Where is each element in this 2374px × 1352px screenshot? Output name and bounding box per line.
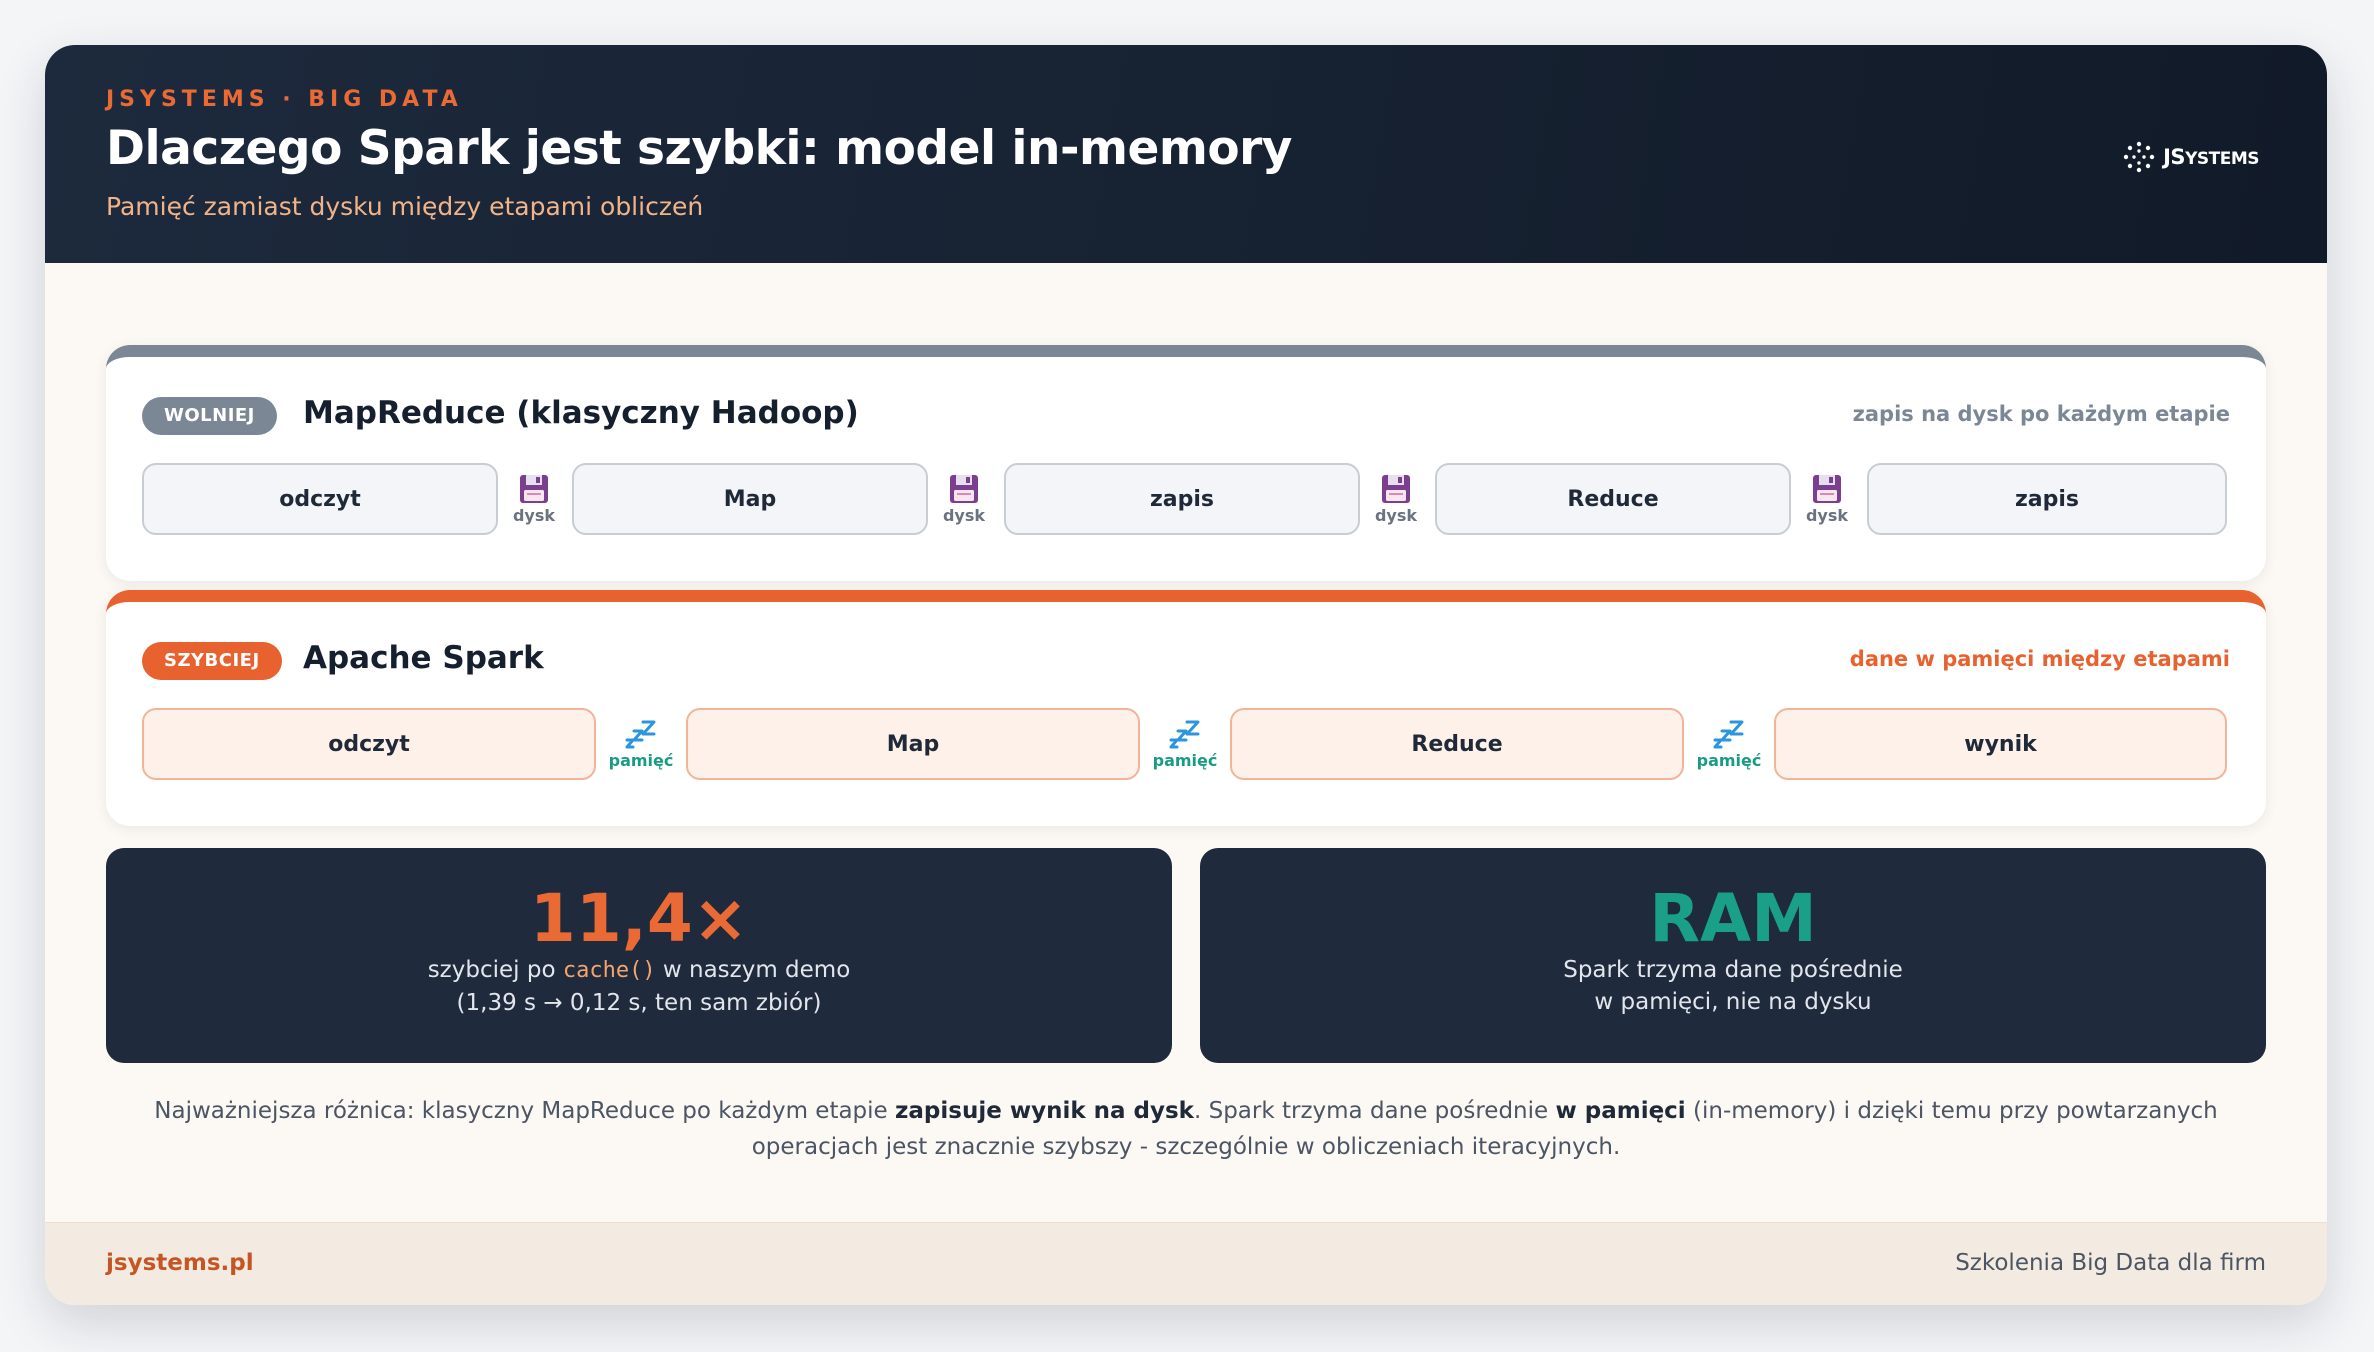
mapreduce-title: MapReduce (klasyczny Hadoop) [303, 395, 859, 431]
connector-label: dysk [1805, 505, 1849, 525]
speedup-value: 11,4× [529, 880, 749, 957]
mapreduce-panel: WOLNIEJ MapReduce (klasyczny Hadoop) zap… [106, 345, 2266, 581]
step-box: Map [572, 463, 928, 535]
spark-note: dane w pamięci między etapami [1849, 647, 2230, 671]
summary-text: Najważniejsza różnica: klasyczny MapRedu… [154, 1098, 2218, 1160]
page-subtitle: Pamięć zamiast dysku między etapami obli… [106, 192, 704, 221]
floppy-disk-icon [1382, 474, 1410, 503]
spark-panel: SZYBCIEJ Apache Spark dane w pamięci mię… [106, 590, 2266, 826]
disk-connector: dysk [499, 463, 569, 535]
footer-site-link[interactable]: jsystems.pl [106, 1250, 254, 1276]
logo-wordmark: JSYSTEMS [2163, 145, 2259, 169]
speedup-line-1: szybciej po cache() w naszym demo [427, 957, 851, 983]
connector-label: dysk [512, 505, 556, 525]
spark-title: Apache Spark [303, 640, 544, 676]
step-box: wynik [1774, 708, 2227, 780]
disk-connector: dysk [929, 463, 999, 535]
connector-label: pamięć [1696, 750, 1762, 770]
footer-tagline: Szkolenia Big Data dla firm [1955, 1250, 2266, 1276]
page-title: Dlaczego Spark jest szybki: model in-mem… [106, 121, 1292, 176]
connector-label: dysk [942, 505, 986, 525]
eyebrow: JSYSTEMS · BIG DATA [106, 87, 463, 112]
memory-connector: pamięć [1689, 708, 1769, 780]
jsystems-logo: JSYSTEMS [2123, 135, 2259, 179]
step-box: Reduce [1230, 708, 1684, 780]
disk-connector: dysk [1361, 463, 1431, 535]
mapreduce-flow: odczyt dysk Map dysk zapis dysk Reduce d… [142, 463, 2230, 535]
ram-stat-card: RAM Spark trzyma dane pośrednie w pamięc… [1200, 848, 2266, 1063]
disk-connector: dysk [1792, 463, 1862, 535]
slide-card: JSYSTEMS · BIG DATA Dlaczego Spark jest … [45, 45, 2327, 1305]
logo-dots-icon [2123, 141, 2155, 173]
step-box: Map [686, 708, 1140, 780]
header: JSYSTEMS · BIG DATA Dlaczego Spark jest … [45, 45, 2327, 263]
connector-label: dysk [1374, 505, 1418, 525]
floppy-disk-icon [1813, 474, 1841, 503]
mapreduce-note: zapis na dysk po każdym etapie [1852, 402, 2230, 426]
memory-connector: pamięć [1145, 708, 1225, 780]
step-box: zapis [1867, 463, 2227, 535]
speedup-line-2: (1,39 s → 0,12 s, ten sam zbiór) [456, 990, 822, 1016]
footer: jsystems.pl Szkolenia Big Data dla firm [45, 1222, 2327, 1305]
slower-badge: WOLNIEJ [142, 397, 277, 435]
step-box: odczyt [142, 708, 596, 780]
step-box: odczyt [142, 463, 498, 535]
zzz-icon [1713, 720, 1744, 748]
zzz-icon [1169, 720, 1200, 748]
ram-line-2: w pamięci, nie na dysku [1594, 989, 1872, 1015]
floppy-disk-icon [950, 474, 978, 503]
step-box: zapis [1004, 463, 1360, 535]
ram-line-1: Spark trzyma dane pośrednie [1563, 957, 1903, 983]
zzz-icon [625, 720, 656, 748]
floppy-disk-icon [520, 474, 548, 503]
connector-label: pamięć [1152, 750, 1218, 770]
spark-flow: odczyt pamięć Map pamięć Reduce pamięć w… [142, 708, 2230, 780]
step-box: Reduce [1435, 463, 1791, 535]
speedup-stat-card: 11,4× szybciej po cache() w naszym demo … [106, 848, 1172, 1063]
connector-label: pamięć [608, 750, 674, 770]
faster-badge: SZYBCIEJ [142, 642, 282, 680]
memory-connector: pamięć [601, 708, 681, 780]
ram-value: RAM [1649, 880, 1817, 957]
cache-code: cache() [562, 958, 656, 983]
